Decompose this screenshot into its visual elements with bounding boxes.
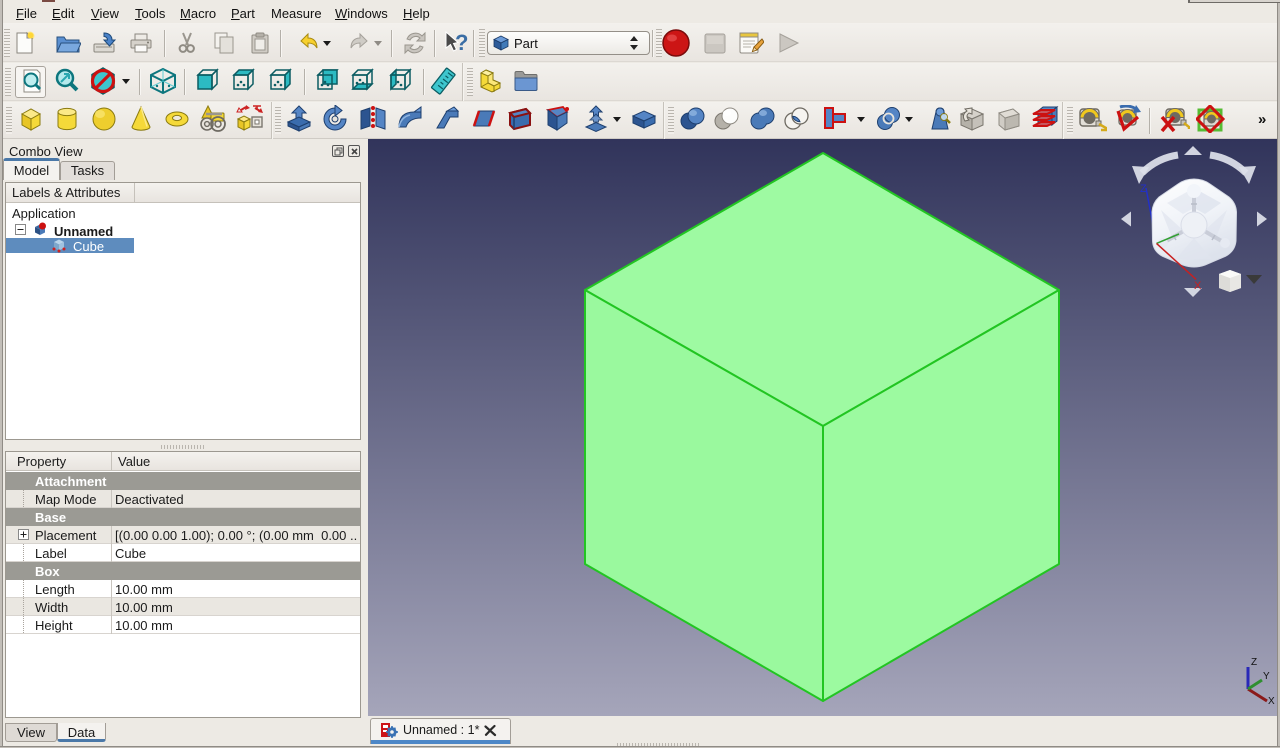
svg-text:X: X (1194, 280, 1202, 292)
svg-text:Z: Z (1140, 183, 1147, 195)
svg-text:X: X (1268, 696, 1275, 707)
svg-text:Z: Z (1251, 657, 1257, 668)
svg-text:Y: Y (1263, 671, 1270, 682)
